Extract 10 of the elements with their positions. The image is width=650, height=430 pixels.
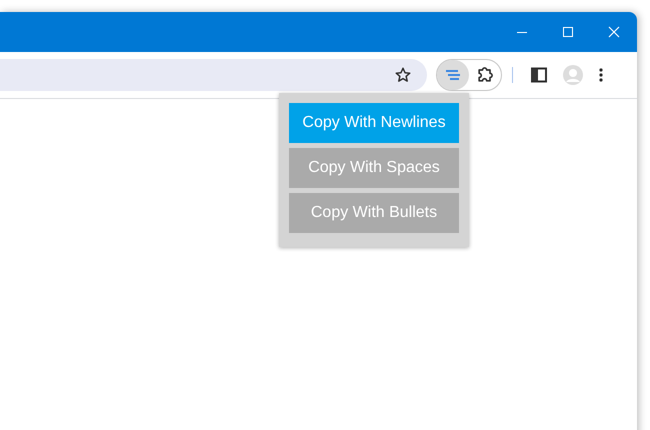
maximize-icon — [562, 26, 574, 38]
lines-icon — [445, 69, 461, 81]
close-icon — [608, 26, 620, 38]
copy-option-button[interactable]: Copy With Newlines — [289, 103, 459, 143]
side-panel-icon[interactable] — [531, 67, 547, 83]
menu-icon[interactable] — [599, 67, 603, 83]
copy-option-button[interactable]: Copy With Spaces — [289, 148, 459, 188]
bookmark-star-icon[interactable] — [394, 66, 412, 84]
extension-button[interactable] — [437, 60, 469, 90]
copy-option-button[interactable]: Copy With Bullets — [289, 193, 459, 233]
